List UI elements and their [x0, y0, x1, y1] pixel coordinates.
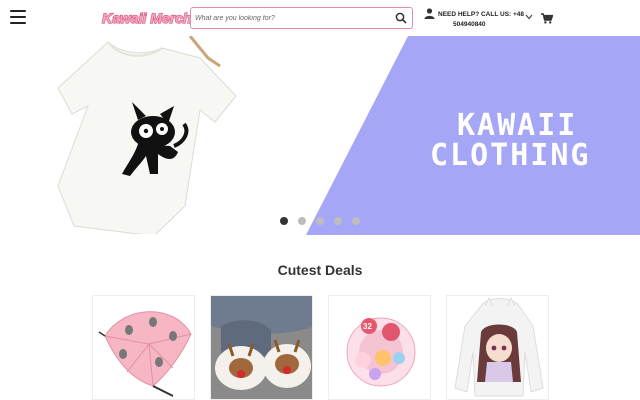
help-phone-number[interactable]: 504940840 [453, 21, 486, 28]
reindeer-slippers-icon [211, 296, 312, 399]
product-card-stickers[interactable]: 32 [328, 295, 431, 400]
stickers-pack-icon: 32 [346, 317, 416, 387]
cart-icon[interactable] [541, 13, 553, 24]
slider-dot-5[interactable] [352, 217, 360, 225]
chevron-down-icon[interactable] [525, 14, 533, 20]
section-title-cutest-deals: Cutest Deals [277, 262, 363, 278]
site-header: Kawaii Merch NEED HELP? CALL US: +48 504… [0, 0, 640, 36]
user-icon[interactable] [424, 8, 435, 19]
product-card-hoodie[interactable] [446, 295, 549, 400]
product-card-umbrella[interactable] [92, 295, 195, 400]
logo-text: Kawaii Merch [102, 10, 190, 26]
hero-title-line2: CLOTHING [430, 138, 591, 173]
slider-dot-1[interactable] [280, 217, 288, 225]
slider-dot-2[interactable] [298, 217, 306, 225]
hero-slider[interactable]: KAWAII CLOTHING [0, 36, 640, 235]
slider-pagination [278, 217, 368, 227]
search-icon[interactable] [395, 12, 407, 24]
search-bar [190, 7, 413, 29]
svg-text:32: 32 [363, 322, 372, 331]
slider-dot-3[interactable] [316, 217, 324, 225]
search-input[interactable] [195, 10, 385, 26]
product-card-slippers[interactable] [210, 295, 313, 400]
hamburger-menu-icon[interactable] [10, 10, 26, 24]
anime-girl-hoodie-icon [454, 296, 544, 397]
help-phone-label: NEED HELP? CALL US: +48 [438, 11, 525, 18]
site-logo[interactable]: Kawaii Merch [100, 7, 190, 29]
help-contact[interactable]: NEED HELP? CALL US: +48 504940840 [424, 8, 524, 32]
pink-totoro-umbrella-icon [98, 311, 192, 397]
cat-tshirt-image [57, 36, 237, 234]
slider-dot-4[interactable] [334, 217, 342, 225]
